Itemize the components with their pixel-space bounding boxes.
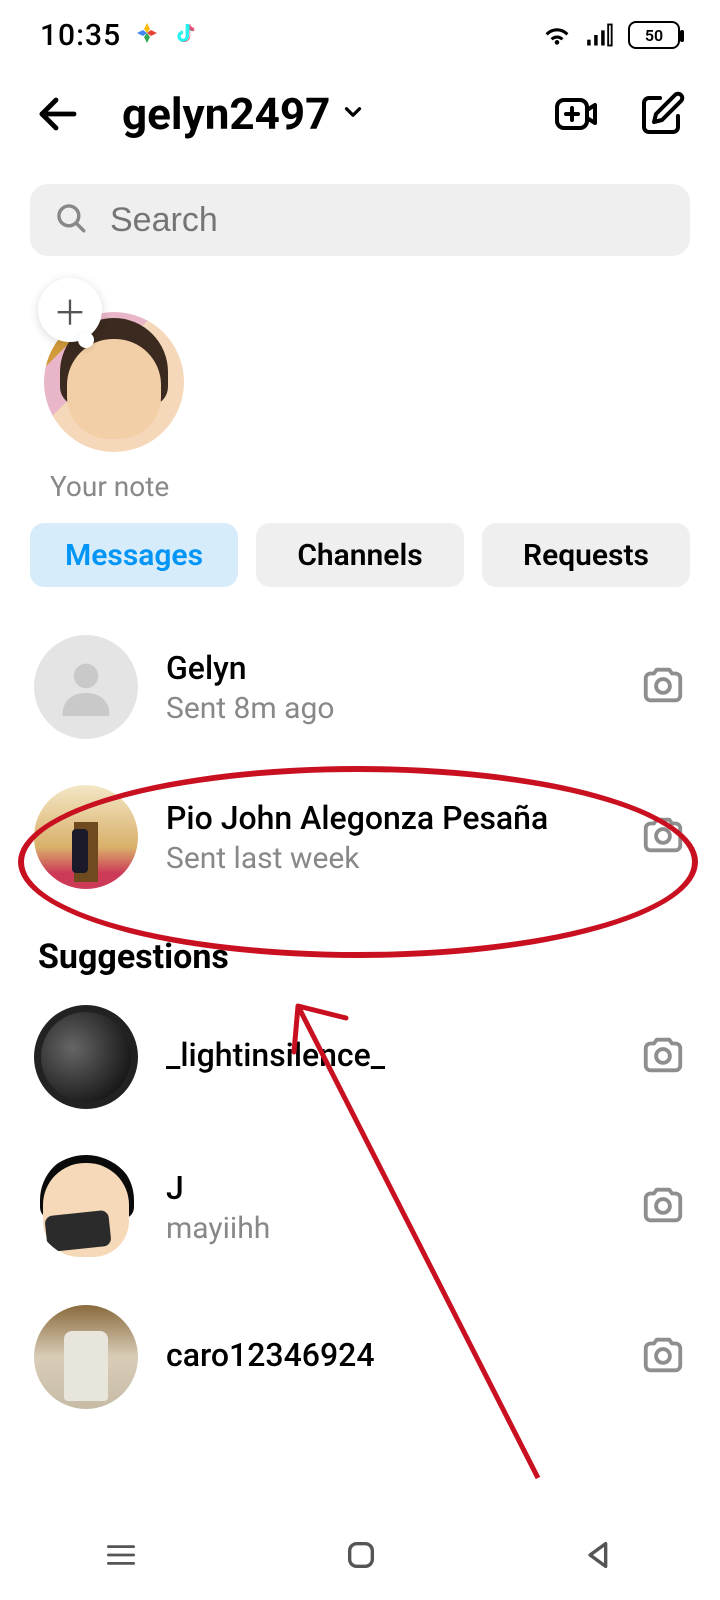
suggestion-text: caro12346924 <box>166 1336 612 1378</box>
search-icon <box>54 201 88 239</box>
camera-icon[interactable] <box>640 812 686 862</box>
wifi-icon <box>542 23 572 47</box>
suggestion-subtitle: mayiihh <box>166 1211 612 1246</box>
conversation-subtitle: Sent 8m ago <box>166 691 612 726</box>
conversation-list: Gelyn Sent 8m ago Pio John Alegonza Pesa… <box>0 587 720 1423</box>
add-note-icon: ＋ <box>38 278 102 342</box>
home-icon[interactable] <box>344 1538 378 1572</box>
your-note-button[interactable]: ＋ <box>44 312 194 452</box>
status-left: 10:35 <box>40 18 197 53</box>
suggestion-name: J <box>166 1169 612 1207</box>
account-switcher[interactable]: gelyn2497 <box>122 88 532 140</box>
camera-icon[interactable] <box>640 662 686 712</box>
status-right: 50 <box>542 21 680 49</box>
back-nav-icon[interactable] <box>583 1538 617 1572</box>
notes-tray: ＋ Your note <box>0 312 720 503</box>
suggestion-name: _lightinsilence_ <box>166 1036 612 1074</box>
suggestion-row[interactable]: _lightinsilence_ <box>30 991 690 1123</box>
avatar <box>34 1305 138 1409</box>
battery-icon: 50 <box>628 21 680 49</box>
avatar <box>34 1005 138 1109</box>
search-input[interactable] <box>110 201 666 240</box>
conversation-subtitle: Sent last week <box>166 841 612 876</box>
back-arrow-icon[interactable] <box>34 90 82 138</box>
tiktok-icon <box>173 19 197 52</box>
chevron-down-icon <box>340 99 366 129</box>
dm-tabs: Messages Channels Requests <box>0 503 720 587</box>
conversation-name: Gelyn <box>166 649 612 687</box>
header: gelyn2497 <box>0 70 720 166</box>
recent-apps-icon[interactable] <box>103 1541 139 1569</box>
google-photos-icon <box>135 19 159 52</box>
camera-icon[interactable] <box>640 1032 686 1082</box>
suggestion-text: J mayiihh <box>166 1169 612 1246</box>
search-bar[interactable] <box>30 184 690 256</box>
status-bar: 10:35 50 <box>0 0 720 70</box>
tab-messages[interactable]: Messages <box>30 523 238 587</box>
header-username: gelyn2497 <box>122 88 330 140</box>
conversation-row[interactable]: Pio John Alegonza Pesaña Sent last week <box>30 771 690 903</box>
avatar <box>34 635 138 739</box>
tab-requests[interactable]: Requests <box>482 523 690 587</box>
compose-icon[interactable] <box>638 90 686 138</box>
conversation-text: Pio John Alegonza Pesaña Sent last week <box>166 799 612 876</box>
status-time: 10:35 <box>40 18 121 53</box>
conversation-name: Pio John Alegonza Pesaña <box>166 799 612 837</box>
system-nav-bar <box>0 1510 720 1600</box>
suggestions-heading: Suggestions <box>30 903 690 991</box>
conversation-row[interactable]: Gelyn Sent 8m ago <box>30 621 690 753</box>
camera-icon[interactable] <box>640 1332 686 1382</box>
camera-icon[interactable] <box>640 1182 686 1232</box>
new-video-call-icon[interactable] <box>552 90 600 138</box>
conversation-text: Gelyn Sent 8m ago <box>166 649 612 726</box>
your-note-label: Your note <box>50 470 720 503</box>
avatar <box>34 785 138 889</box>
suggestion-name: caro12346924 <box>166 1336 612 1374</box>
tab-channels[interactable]: Channels <box>256 523 464 587</box>
suggestion-text: _lightinsilence_ <box>166 1036 612 1078</box>
signal-icon <box>586 23 614 47</box>
suggestion-row[interactable]: J mayiihh <box>30 1141 690 1273</box>
avatar <box>34 1155 138 1259</box>
suggestion-row[interactable]: caro12346924 <box>30 1291 690 1423</box>
